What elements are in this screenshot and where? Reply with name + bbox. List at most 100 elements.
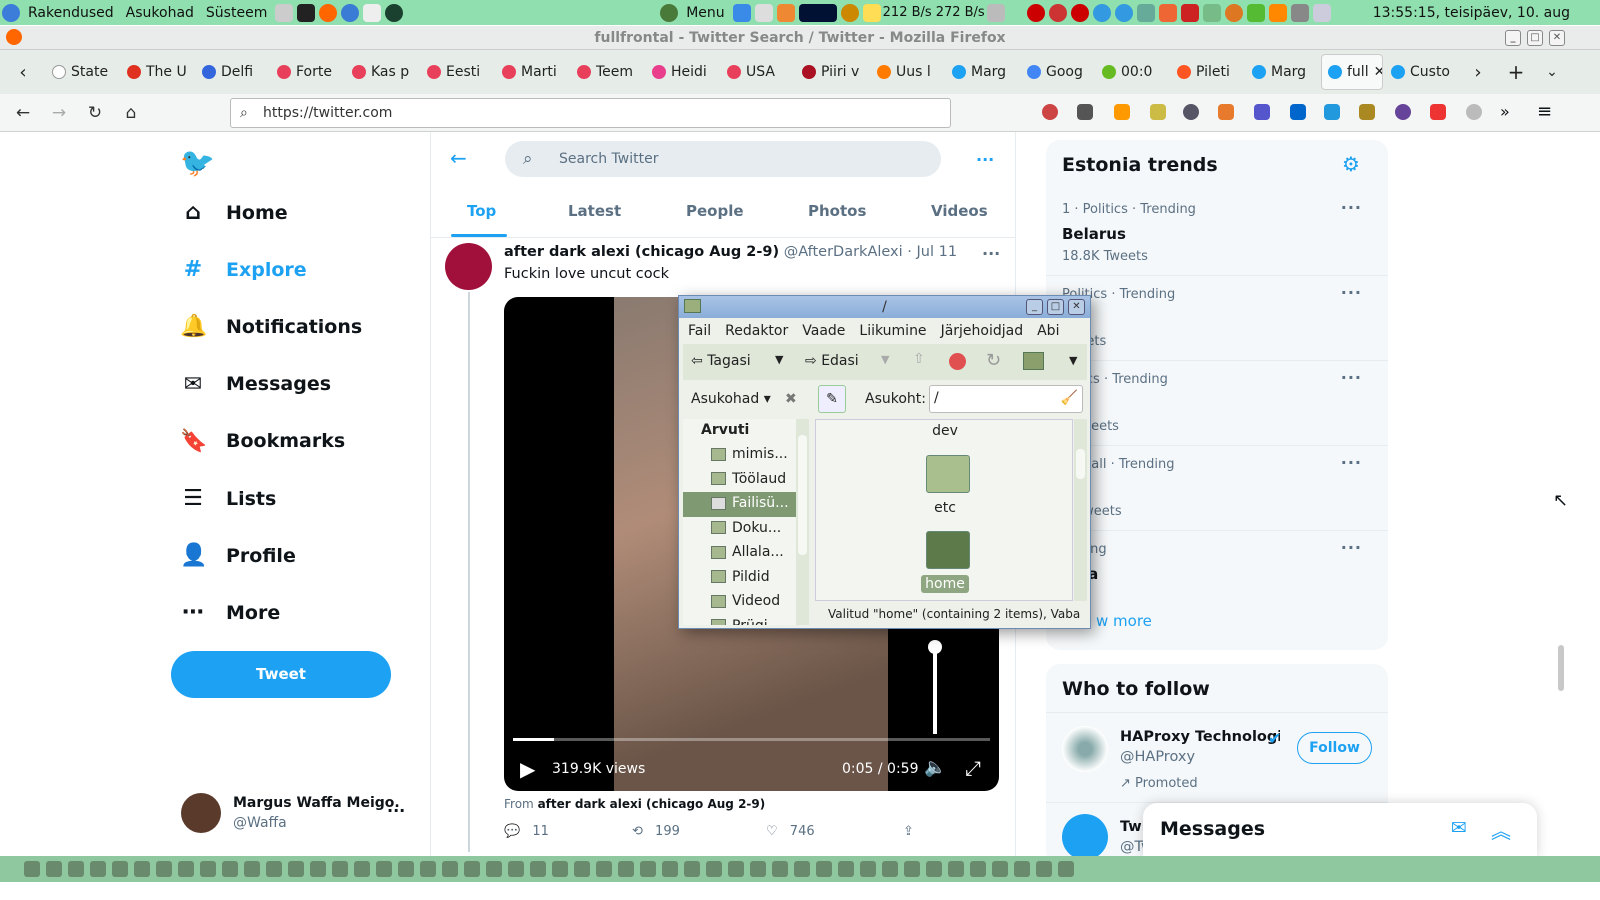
close-tab-icon[interactable]: ✕ [1374,64,1382,80]
taskbar-window-icon[interactable] [90,861,106,877]
close-sidebar-icon[interactable]: ✖ [785,391,797,407]
taskbar-window-icon[interactable] [486,861,502,877]
stop-icon[interactable] [949,353,966,370]
sidebar-place[interactable]: Prügi [683,615,809,625]
camera-icon[interactable] [385,3,404,22]
toolbar-overflow-dropdown[interactable]: ▼ [1069,354,1077,367]
close-button[interactable]: ✕ [1549,30,1565,46]
firewall-icon[interactable] [1180,3,1199,22]
taskbar-window-icon[interactable] [618,861,634,877]
back-arrow-icon[interactable]: ← [450,146,467,170]
forward-icon[interactable]: → [41,103,77,123]
trend-more-icon[interactable]: ··· [1341,368,1362,387]
back-history-dropdown[interactable]: ▼ [775,353,783,366]
twitter-avatar[interactable] [1062,814,1108,860]
taskbar-window-icon[interactable] [200,861,216,877]
account-name[interactable]: Margus Waffa Meigo. [233,795,400,811]
panel-menu-button[interactable]: Menu [686,5,724,21]
edit-location-icon[interactable]: ✎ [818,385,846,413]
location-input[interactable]: / 🧹 [929,385,1083,413]
home-folder-icon[interactable] [1023,352,1044,370]
taskbar-window-icon[interactable] [398,861,414,877]
account-handle[interactable]: @Waffa [233,815,287,831]
taskbar-window-icon[interactable] [684,861,700,877]
extension-icon[interactable] [1290,104,1306,120]
update-icon[interactable] [1224,3,1243,22]
thunderbird-icon[interactable] [341,3,360,22]
taskbar-window-icon[interactable] [662,861,678,877]
downloads-icon[interactable] [1077,104,1093,120]
back-icon[interactable]: ← [5,103,41,123]
up-icon[interactable]: ⇧ [913,351,925,367]
browser-tab[interactable]: Forte [271,54,344,90]
battery-icon[interactable] [1312,3,1331,22]
file-manager-titlebar[interactable]: / _ □ ✕ [679,296,1090,318]
reload-icon[interactable]: ↻ [77,103,113,123]
gem-icon[interactable] [1158,3,1177,22]
metamask-icon[interactable] [1218,104,1234,120]
browser-tab[interactable]: Teem [571,54,644,90]
search-icon[interactable] [840,3,859,22]
network-icon[interactable] [1290,3,1309,22]
clear-broom-icon[interactable]: 🧹 [1061,390,1078,406]
taskbar-window-icon[interactable] [134,861,150,877]
file-item[interactable]: dev [816,423,1074,439]
maximize-button[interactable]: □ [1527,30,1543,46]
follow-suggestion-name[interactable]: HAProxy Technologie [1120,729,1280,745]
retweet-button[interactable]: ⟲ 199 [632,824,680,839]
telegram-icon[interactable] [1114,3,1133,22]
browser-tab[interactable]: Delfi [196,54,269,90]
tab-photos[interactable]: Photos [808,202,866,220]
taskbar-window-icon[interactable] [156,861,172,877]
maximize-button[interactable]: □ [1047,299,1064,315]
sidebar-place[interactable]: Doku... [683,517,809,542]
taskbar-window-icon[interactable] [244,861,260,877]
twitter-logo-icon[interactable]: 🐦 [180,146,215,179]
haproxy-avatar[interactable] [1062,726,1108,772]
browser-tab[interactable]: Goog [1021,54,1094,90]
taskbar-window-icon[interactable] [442,861,458,877]
browser-tab[interactable]: USA [721,54,794,90]
sidebar-place[interactable]: Pildid [683,566,809,591]
browser-tab[interactable]: Piiri v [796,54,869,90]
places-dropdown[interactable]: Asukohad ▾ [691,391,771,407]
nav-item-more[interactable]: ⋯ More [180,600,280,625]
taskbar-window-icon[interactable] [926,861,942,877]
settings-gear-icon[interactable]: ⚙ [1342,152,1360,176]
close-button[interactable]: ✕ [1068,299,1085,315]
browser-tab[interactable]: full ✕ [1321,54,1383,90]
power-icon[interactable] [1466,104,1482,120]
browser-tab[interactable]: Pileti [1171,54,1244,90]
taskbar-window-icon[interactable] [464,861,480,877]
tab-videos[interactable]: Videos [931,202,988,220]
menu-järjehoidjad[interactable]: Järjehoidjad [941,323,1024,339]
browser-tab[interactable]: Marg [946,54,1019,90]
menu-abi[interactable]: Abi [1037,323,1059,339]
tweet-more-icon[interactable]: ··· [982,244,1000,263]
volume-icon[interactable]: 🔈 [924,757,946,778]
panel-menu-system[interactable]: Süsteem [206,5,267,21]
home-icon[interactable]: ⌂ [113,103,149,123]
tab-people[interactable]: People [686,202,744,220]
show-more-link[interactable]: w more [1096,612,1152,630]
page-scrollbar[interactable] [1558,645,1564,691]
menu-icon[interactable] [660,3,679,22]
like-button[interactable]: ♡ 746 [766,824,815,839]
taskbar-window-icon[interactable] [552,861,568,877]
tweet-author[interactable]: after dark alexi (chicago Aug 2-9) [504,244,779,260]
reply-button[interactable]: 💬 11 [504,824,549,839]
extension-icon[interactable] [1150,104,1166,120]
file-item[interactable]: home [816,575,1074,593]
file-view-scrollbar[interactable] [1074,419,1087,601]
volume-slider[interactable] [933,642,937,734]
ublock-icon[interactable] [1183,104,1199,120]
menu-vaade[interactable]: Vaade [802,323,845,339]
nav-item-lists[interactable]: ☰ Lists [180,486,276,511]
browser-tab[interactable]: Heidi [646,54,719,90]
taskbar-window-icon[interactable] [728,861,744,877]
taskbar-window-icon[interactable] [24,861,40,877]
pocket-icon[interactable] [1042,104,1058,120]
minimize-button[interactable]: _ [1505,30,1521,46]
taskbar-window-icon[interactable] [530,861,546,877]
nav-item-messages[interactable]: ✉ Messages [180,372,331,397]
